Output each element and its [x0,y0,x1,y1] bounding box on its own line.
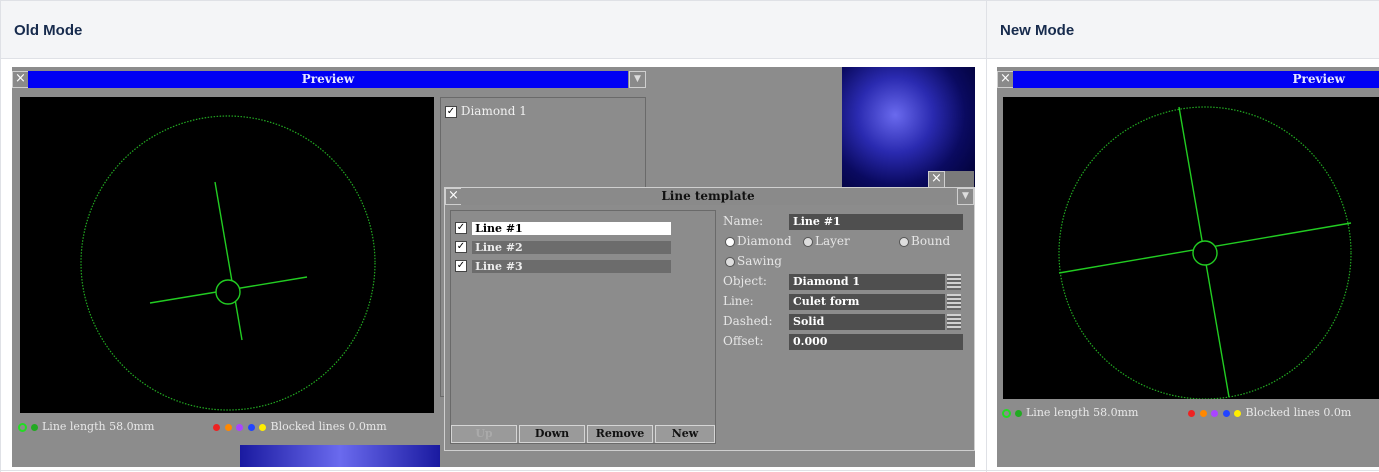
red-dot-icon [1188,409,1195,417]
header-old-mode: Old Mode [14,22,83,39]
old-preview-status-right: Blocked lines 0.0mm [213,420,387,433]
new-preview-titlebar: Preview [1013,71,1379,88]
new-culet-circle [1192,240,1218,266]
up-button[interactable]: Up [451,425,517,443]
new-line-length-text: Line length 58.0mm [1026,406,1139,419]
name-field[interactable]: Line #1 [789,214,963,230]
radio-icon [725,256,735,267]
line-item-label: Line #3 [472,260,672,273]
new-blocked-lines-text: Blocked lines 0.0m [1245,406,1352,419]
preview-canvas[interactable] [20,97,434,413]
line-select[interactable]: Culet form [789,294,945,310]
offset-label: Offset: [723,334,764,348]
line-list-item[interactable]: ✓ Line #2 [455,236,672,255]
line-label: Line: [723,294,754,308]
line-list-panel: ✓ Line #1 ✓ Line #2 ✓ Line #3 [450,210,716,444]
status-green-ring-icon [18,422,27,432]
radio-icon [899,236,909,247]
dashed-select[interactable]: Solid [789,314,945,330]
vertical-line [214,181,243,341]
line-length-text: Line length 58.0mm [42,420,155,433]
preview-titlebar: Preview [28,71,628,88]
remove-button[interactable]: Remove [587,425,653,443]
offset-field[interactable]: 0.000 [789,334,963,350]
table-border-left [0,0,1,472]
radio-bound[interactable]: Bound [899,234,950,248]
yellow-dot-icon [259,423,266,431]
checkbox-icon[interactable]: ✓ [445,105,457,118]
yellow-dot-icon [1234,409,1241,417]
object-select-grip-icon[interactable] [947,274,961,290]
radio-layer-label: Layer [815,234,850,248]
purple-dot-icon [1211,409,1218,417]
preview-menu-button[interactable]: ▼ [629,71,646,88]
radio-sawing-label: Sawing [737,254,782,268]
new-preview-canvas[interactable] [1003,97,1379,400]
old-preview-status-left: Line length 58.0mm [18,420,154,433]
wallpaper-strip [240,445,440,467]
old-mode-screenshot: × Preview ▼ Line length 58.0mm Blocked l… [12,67,975,467]
line-template-close-button[interactable]: × [445,188,462,205]
table-border-bottom [0,470,1379,471]
line-list-item[interactable]: ✓ Line #1 [455,217,672,236]
new-preview-close-button[interactable]: × [997,71,1014,88]
culet-circle [215,279,241,305]
diamond-outline [80,115,376,411]
line-list-item[interactable]: ✓ Line #3 [455,255,672,274]
line-template-dialog: × Line template ▼ ✓ Line #1 ✓ Line #2 ✓ … [444,187,975,451]
hidden-window-strip: × [928,171,974,188]
object-list-item[interactable]: ✓ Diamond 1 [445,104,527,118]
checkbox-icon[interactable]: ✓ [455,259,467,272]
object-label: Object: [723,274,767,288]
line-template-menu-button[interactable]: ▼ [957,188,974,205]
line-template-titlebar: Line template [461,188,955,205]
new-preview-status-left: Line length 58.0mm [1002,406,1138,419]
new-button[interactable]: New [655,425,715,443]
radio-bound-label: Bound [911,234,951,248]
radio-selected-icon [725,236,735,247]
blue-dot-icon [1222,409,1230,417]
new-preview-status-right: Blocked lines 0.0m [1188,406,1351,419]
checkbox-icon[interactable]: ✓ [455,221,467,234]
radio-sawing[interactable]: Sawing [725,254,782,268]
object-select[interactable]: Diamond 1 [789,274,945,290]
radio-diamond[interactable]: Diamond [725,234,792,248]
new-mode-screenshot: × Preview Line length 58.0mm Blocked lin… [997,67,1379,467]
object-list-item-label: Diamond 1 [460,104,527,118]
status-green-dot-icon [30,423,38,431]
radio-diamond-label: Diamond [737,234,792,248]
down-button[interactable]: Down [519,425,585,443]
purple-dot-icon [236,423,243,431]
radio-icon [803,236,813,247]
status-green-dot-icon [1014,409,1022,417]
line-item-label: Line #2 [472,241,672,254]
red-dot-icon [213,423,220,431]
dashed-label: Dashed: [723,314,773,328]
blocked-lines-text: Blocked lines 0.0mm [270,420,387,433]
blue-dot-icon [247,423,255,431]
preview-drawing [80,115,376,411]
checkbox-icon[interactable]: ✓ [455,240,467,253]
line-select-grip-icon[interactable] [947,294,961,310]
orange-dot-icon [224,423,232,431]
line-item-label-selected: Line #1 [472,222,672,235]
radio-layer[interactable]: Layer [803,234,850,248]
dashed-select-grip-icon[interactable] [947,314,961,330]
desktop-wallpaper [842,67,975,187]
header-new-mode: New Mode [1000,22,1075,39]
preview-close-button[interactable]: × [12,71,29,88]
name-label: Name: [723,214,764,228]
new-preview-drawing [1058,106,1352,400]
table-column-divider [986,0,987,472]
table-header-row: Old Mode New Mode [0,0,1379,59]
orange-dot-icon [1199,409,1207,417]
hidden-window-close-button[interactable]: × [928,171,945,188]
status-green-ring-icon [1002,408,1011,418]
